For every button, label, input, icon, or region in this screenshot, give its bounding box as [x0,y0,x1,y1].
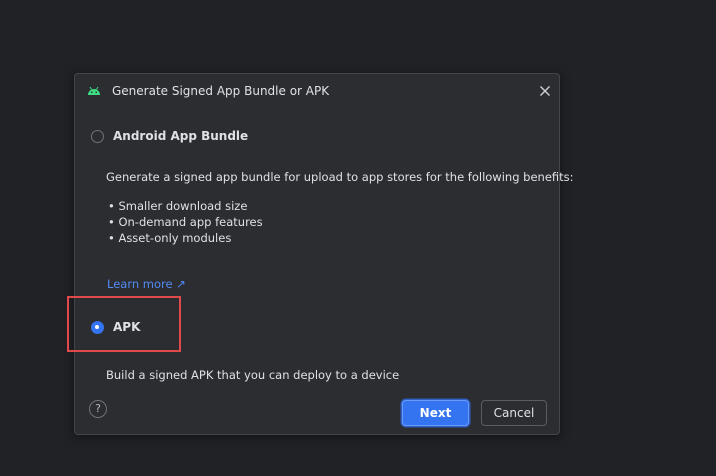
next-button[interactable]: Next [402,400,469,426]
benefit-item: Asset-only modules [108,230,263,246]
help-button[interactable]: ? [89,400,107,418]
learn-more-link[interactable]: Learn more ↗ [107,277,186,291]
bundle-benefits-list: Smaller download size On-demand app feat… [108,198,263,246]
android-app-bundle-label[interactable]: Android App Bundle [113,129,248,143]
android-app-bundle-radio[interactable] [91,130,104,143]
dialog-title: Generate Signed App Bundle or APK [112,84,330,98]
dialog-title-bar: Generate Signed App Bundle or APK [75,74,559,110]
close-icon[interactable] [537,83,553,99]
benefit-item: On-demand app features [108,214,262,230]
cancel-button[interactable]: Cancel [481,400,547,426]
apk-highlight-box [67,296,181,352]
signing-dialog: Generate Signed App Bundle or APK Androi… [74,73,574,435]
android-icon [88,86,100,95]
bundle-description: Generate a signed app bundle for upload … [106,170,574,184]
apk-description: Build a signed APK that you can deploy t… [106,368,400,382]
benefit-item: Smaller download size [108,198,263,214]
